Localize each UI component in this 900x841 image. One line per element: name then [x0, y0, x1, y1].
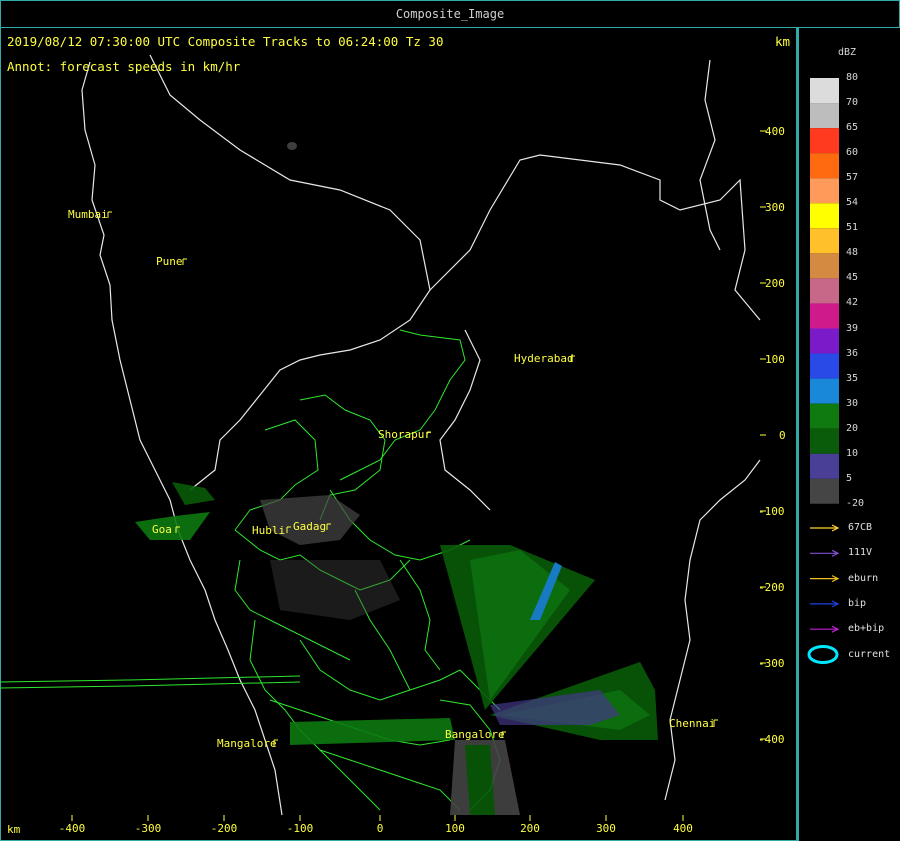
- scale-level-label: 45: [846, 272, 859, 284]
- scale-swatch: [810, 253, 839, 279]
- city-label-hyderabad: Hyderabad: [514, 352, 574, 365]
- andhra-boundary: [439, 329, 491, 511]
- x-tick-label: 200: [520, 822, 540, 835]
- scale-swatch: [810, 378, 839, 404]
- x-tick-label: 300: [596, 822, 616, 835]
- composite-header: 2019/08/12 07:30:00 UTC Composite Tracks…: [7, 34, 444, 49]
- track-legend: [807, 524, 840, 664]
- echo-fan-west: [290, 718, 455, 745]
- scale-level-label: 42: [846, 297, 859, 309]
- scale-swatch: [810, 428, 839, 454]
- scale-unit: dBZ: [838, 47, 857, 58]
- scale-swatch: [810, 453, 839, 479]
- echo-speck-north: [287, 142, 297, 150]
- scale-swatch: [810, 153, 839, 179]
- legend-label: bip: [848, 597, 867, 609]
- scale-swatch: [810, 353, 839, 379]
- scale-swatch: [810, 478, 839, 504]
- scale-level-label: 65: [846, 122, 859, 134]
- inner-boundary: [699, 59, 721, 251]
- x-tick-label: -200: [210, 822, 238, 835]
- legend-label: 111V: [848, 547, 873, 559]
- scale-level-label: -20: [846, 497, 865, 509]
- maharashtra-boundary: [149, 54, 431, 491]
- y-tick-label: 100: [765, 353, 785, 366]
- scale-level-label: 60: [846, 147, 859, 159]
- west-coastline: [81, 61, 283, 816]
- telangana-boundary: [429, 154, 761, 321]
- track-arrow-icon: [810, 575, 840, 583]
- city-label-pune: Pune: [156, 255, 183, 268]
- city-label-goa: Goa: [152, 523, 172, 536]
- scale-level-label: 5: [846, 472, 853, 484]
- x-tick-label: -300: [134, 822, 162, 835]
- x-tick-label: -100: [286, 822, 314, 835]
- y-tick-label: -100: [758, 505, 785, 518]
- city-label-bangalore: Bangalore: [445, 728, 505, 741]
- y-tick-label: 200: [765, 277, 785, 290]
- annotation-text: Annot: forecast speeds in km/hr: [7, 59, 241, 74]
- city-label-gadag: Gadag: [293, 520, 327, 533]
- city-label-hubli: Hubli: [252, 524, 286, 537]
- x-tick-label: -400: [58, 822, 86, 835]
- scale-level-label: 57: [846, 172, 859, 184]
- scale-swatch: [810, 503, 839, 529]
- scale-level-label: 54: [846, 197, 859, 209]
- legend-label: current: [848, 648, 891, 660]
- echo-south-green: [465, 745, 495, 815]
- scale-level-label: 39: [846, 322, 859, 334]
- scale-swatch: [810, 403, 839, 429]
- y-tick-label: -300: [758, 657, 785, 670]
- km-unit-bottom: km: [7, 823, 21, 836]
- echo-goa-2: [172, 482, 215, 505]
- city-markers: [107, 211, 718, 746]
- track-arrow-icon: [810, 549, 840, 557]
- east-coastline: [664, 459, 761, 801]
- scale-level-label: 70: [846, 97, 859, 109]
- scale-swatch: [810, 203, 839, 229]
- scale-level-label: 20: [846, 422, 859, 434]
- y-tick-label: -400: [758, 733, 785, 746]
- scale-level-label: 48: [846, 247, 859, 259]
- scale-level-label: 10: [846, 447, 859, 459]
- city-label-shorapur: Shorapur: [378, 428, 431, 441]
- city-label-mumbai: Mumbai: [68, 208, 108, 221]
- legend-label: eburn: [848, 572, 879, 584]
- scale-level-label: 51: [846, 222, 859, 234]
- legend-label: eb+bip: [848, 623, 885, 635]
- axis-ticks: [71, 130, 766, 821]
- km-unit-right: km: [775, 34, 791, 49]
- scale-swatch: [810, 103, 839, 129]
- x-tick-label: 100: [445, 822, 465, 835]
- scale-level-label: 35: [846, 372, 859, 384]
- scale-swatch: [810, 228, 839, 254]
- x-tick-label: 0: [376, 822, 384, 835]
- scale-level-label: 80: [846, 72, 859, 83]
- scale-swatch: [810, 178, 839, 204]
- echo-goa: [135, 512, 210, 540]
- track-arrow-icon: [810, 625, 840, 633]
- y-tick-label: 400: [765, 125, 785, 138]
- scale-swatch: [810, 278, 839, 304]
- echo-scatter: [270, 560, 400, 620]
- y-tick-label: 0: [779, 429, 786, 442]
- scale-level-label: 30: [846, 397, 859, 409]
- track-arrow-icon: [810, 600, 840, 608]
- scale-level-label: 36: [846, 347, 859, 359]
- scale-swatch: [810, 128, 839, 154]
- radar-echoes: [135, 142, 658, 815]
- city-label-mangalore: Mangalore: [217, 737, 277, 750]
- dbz-color-scale: [810, 78, 839, 529]
- scale-swatch: [810, 303, 839, 329]
- x-tick-label: 400: [673, 822, 693, 835]
- legend-label: 67CB: [848, 522, 873, 533]
- scale-swatch: [810, 328, 839, 354]
- current-ellipse-icon: [807, 645, 839, 664]
- y-tick-label: -200: [758, 581, 785, 594]
- y-tick-label: 300: [765, 201, 785, 214]
- scale-swatch: [810, 78, 839, 104]
- city-label-chennai: Chennai: [669, 717, 716, 730]
